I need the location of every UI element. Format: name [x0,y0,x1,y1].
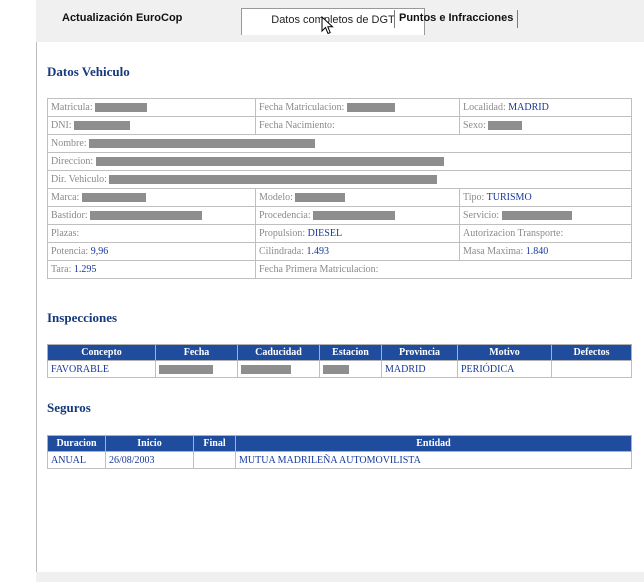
cell-entidad: MUTUA MADRILEÑA AUTOMOVILISTA [235,451,632,469]
field-bastidor: Bastidor: [47,206,256,225]
field-fecha-matriculacion: Fecha Matriculacion: [255,98,460,117]
field-masa-maxima: Masa Maxima: 1.840 [459,242,632,261]
vehicle-data-grid: Matricula: Fecha Matriculacion: Localida… [47,98,632,279]
field-plazas: Plazas: [47,224,256,243]
redacted-value [74,121,131,131]
field-tara: Tara: 1.295 [47,260,256,279]
redacted-value [95,157,444,167]
field-servicio: Servicio: [459,206,632,225]
table-row: FAVORABLE MADRID PERIÓDICA [47,360,632,378]
column-header: Duracion [47,435,106,452]
field-dir-vehiculo: Dir. Vehiculo: [47,170,632,189]
tab-actualizacion-eurocop[interactable]: Actualización EuroCop [62,12,182,24]
redacted-value [323,364,349,374]
cell-duracion: ANUAL [47,451,106,469]
redacted-value [90,211,203,221]
mouse-pointer-icon [321,16,334,35]
redacted-value [313,211,396,221]
field-dni: DNI: [47,116,256,135]
column-header: Inicio [105,435,194,452]
section-title-seguros: Seguros [47,400,91,415]
column-header: Provincia [381,344,458,361]
cell-estacion [319,360,382,378]
cell-caducidad [237,360,320,378]
redacted-value [346,103,395,113]
field-localidad: Localidad: MADRID [459,98,632,117]
field-direccion: Direccion: [47,152,632,171]
cell-provincia: MADRID [381,360,458,378]
tab-separator [517,10,518,28]
column-header: Motivo [457,344,552,361]
seguros-table: Duracion Inicio Final Entidad ANUAL 26/0… [47,435,632,469]
field-fecha-nacimiento: Fecha Nacimiento: [255,116,460,135]
cell-defectos [551,360,632,378]
column-header: Concepto [47,344,156,361]
column-header: Defectos [551,344,632,361]
bottom-strip [36,572,644,582]
table-row: ANUAL 26/08/2003 MUTUA MADRILEÑA AUTOMOV… [47,451,632,469]
column-header: Final [193,435,236,452]
section-title-datos-vehiculo: Datos Vehiculo [47,64,130,79]
cell-motivo: PERIÓDICA [457,360,552,378]
section-title-inspecciones: Inspecciones [47,310,118,325]
field-autorizacion-transporte: Autorizacion Transporte: [459,224,632,243]
cell-concepto: FAVORABLE [47,360,156,378]
field-modelo: Modelo: [255,188,460,207]
field-sexo: Sexo: [459,116,632,135]
column-header: Caducidad [237,344,320,361]
redacted-value [295,193,346,203]
inspecciones-table: Concepto Fecha Caducidad Estacion Provin… [47,344,632,378]
cell-final [193,451,236,469]
field-cilindrada: Cilindrada: 1.493 [255,242,460,261]
cell-fecha [155,360,238,378]
column-header: Estacion [319,344,382,361]
field-propulsion: Propulsion: DIESEL [255,224,460,243]
redacted-value [488,121,523,131]
field-tipo: Tipo: TURISMO [459,188,632,207]
tab-separator [394,10,395,28]
redacted-value [95,103,148,113]
field-marca: Marca: [47,188,256,207]
column-header: Entidad [235,435,632,452]
field-nombre: Nombre: [47,134,632,153]
cell-inicio: 26/08/2003 [105,451,194,469]
field-fecha-primera-matriculacion: Fecha Primera Matriculacion: [255,260,632,279]
tab-puntos-infracciones[interactable]: Puntos e Infracciones [399,12,513,24]
redacted-value [241,364,291,374]
redacted-value [89,139,316,149]
table-header-row: Duracion Inicio Final Entidad [47,435,632,452]
field-potencia: Potencia: 9,96 [47,242,256,261]
column-header: Fecha [155,344,238,361]
redacted-value [81,193,146,203]
field-matricula: Matricula: [47,98,256,117]
redacted-value [109,175,438,185]
redacted-value [501,211,572,221]
redacted-value [159,364,213,374]
table-header-row: Concepto Fecha Caducidad Estacion Provin… [47,344,632,361]
tab-bar: Actualización EuroCop Datos completos de… [36,0,644,42]
field-procedencia: Procedencia: [255,206,460,225]
